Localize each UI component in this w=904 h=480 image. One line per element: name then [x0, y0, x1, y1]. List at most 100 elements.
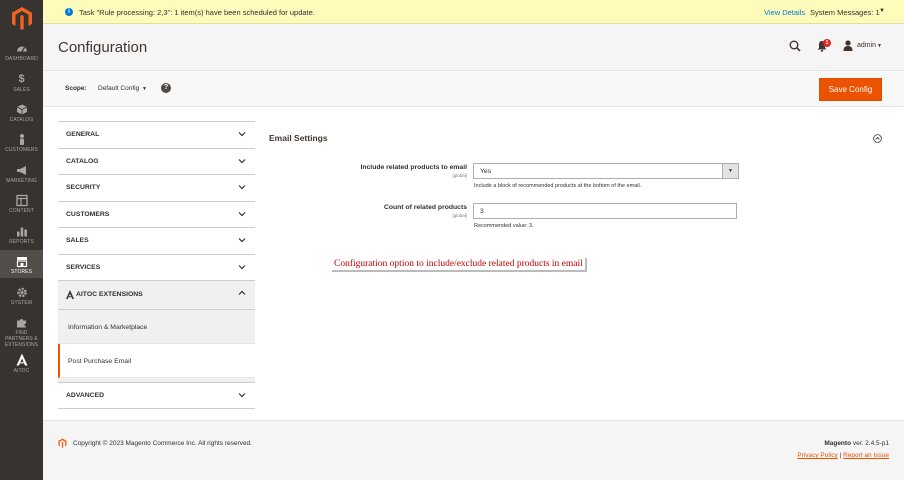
tab-catalog[interactable]: CATALOG	[58, 148, 255, 175]
subtab-information-marketplace[interactable]: Information & Marketplace	[58, 310, 255, 344]
select-value: Yes	[480, 168, 492, 175]
tab-services[interactable]: SERVICES	[58, 254, 255, 281]
view-details-link[interactable]: View Details	[764, 8, 805, 17]
chevron-down-icon[interactable]: ▼	[877, 43, 882, 49]
tab-aitoc-extensions[interactable]: AITOC EXTENSIONS	[58, 281, 255, 310]
include-related-select[interactable]: Yes ▼	[473, 163, 739, 179]
scope-label: Scope:	[65, 85, 87, 92]
dashboard-icon	[16, 46, 27, 52]
menu-label: SALES	[13, 87, 30, 93]
menu-label: DASHBOARD	[5, 56, 38, 62]
chevron-down-icon	[238, 185, 246, 190]
copyright-text: Copyright © 2023 Magento Commerce Inc. A…	[73, 440, 252, 447]
cube-icon	[16, 104, 27, 115]
menu-label: CUSTOMERS	[5, 147, 38, 153]
admin-menu: DASHBOARD $ SALES CATALOG CUSTOMERS MARK…	[0, 0, 43, 480]
aitoc-logo-icon	[66, 290, 74, 299]
info-icon: i	[65, 8, 73, 16]
tab-advanced[interactable]: ADVANCED	[58, 382, 255, 409]
search-icon[interactable]	[789, 40, 801, 52]
tab-label: SALES	[66, 237, 89, 244]
scope-switcher[interactable]: Default Config	[98, 85, 139, 92]
tab-customers[interactable]: CUSTOMERS	[58, 201, 255, 228]
field-scope-badge: [global]	[452, 173, 467, 178]
magento-logo-icon[interactable]	[11, 6, 33, 30]
magento-logo-icon	[58, 438, 67, 448]
tab-label: CATALOG	[66, 157, 99, 165]
notifications-count-badge: 1	[823, 39, 831, 47]
report-issue-link[interactable]: Report an Issue	[843, 452, 889, 459]
menu-marketing[interactable]: MARKETING	[0, 164, 43, 184]
menu-reports[interactable]: REPORTS	[0, 225, 43, 245]
subtab-label: Information & Marketplace	[68, 324, 148, 331]
layout-icon	[15, 194, 28, 207]
privacy-policy-link[interactable]: Privacy Policy	[797, 452, 837, 459]
brand-name: Magento	[824, 440, 852, 447]
aitoc-logo-icon	[16, 353, 27, 366]
config-content: GENERAL CATALOG SECURITY CUSTOMERS SALES…	[43, 107, 904, 420]
menu-find-partners[interactable]: FIND PARTNERS & EXTENSIONS	[0, 316, 43, 348]
annotation-callout: Configuration option to include/exclude …	[332, 258, 587, 272]
menu-catalog[interactable]: CATALOG	[0, 103, 43, 123]
menu-dashboard[interactable]: DASHBOARD	[0, 42, 43, 62]
chevron-down-icon	[238, 211, 246, 216]
tab-sales[interactable]: SALES	[58, 228, 255, 255]
tab-label: AITOC EXTENSIONS	[76, 291, 143, 298]
subtab-post-purchase-email[interactable]: Post Purchase Email	[58, 344, 255, 378]
field-note: Recommended value: 3.	[474, 223, 534, 229]
chevron-up-icon	[238, 290, 246, 295]
store-icon	[16, 257, 27, 268]
tab-label: SERVICES	[66, 263, 101, 271]
person-icon	[19, 134, 24, 145]
help-icon[interactable]: ?	[161, 83, 171, 93]
tab-security[interactable]: SECURITY	[58, 175, 255, 202]
menu-label: SYSTEM	[10, 300, 33, 306]
field-label-include-related: Include related products to email	[360, 164, 467, 171]
puzzle-icon	[16, 319, 26, 328]
tab-general[interactable]: GENERAL	[58, 122, 255, 149]
tab-label: SECURITY	[66, 184, 101, 191]
field-scope-badge: [global]	[452, 213, 467, 218]
chevron-down-icon[interactable]: ▼	[142, 86, 147, 92]
menu-label: CONTENT	[9, 208, 34, 214]
tab-label: CUSTOMERS	[66, 210, 110, 218]
chevron-down-icon[interactable]: ▼	[722, 164, 738, 178]
menu-label: CATALOG	[9, 117, 34, 123]
menu-system[interactable]: SYSTEM	[0, 286, 43, 306]
tab-label: ADVANCED	[66, 392, 105, 399]
menu-customers[interactable]: CUSTOMERS	[0, 133, 43, 153]
input-value: 3	[480, 208, 484, 215]
save-config-button[interactable]: Save Config	[819, 78, 882, 101]
config-tabs: GENERAL CATALOG SECURITY CUSTOMERS SALES…	[58, 122, 255, 409]
user-icon[interactable]	[843, 40, 853, 51]
chevron-down-icon	[238, 393, 246, 398]
chevron-down-icon[interactable]: ▼	[879, 8, 885, 14]
link-separator: |	[839, 452, 842, 459]
related-count-input[interactable]: 3	[473, 203, 737, 219]
field-note: Include a block of recommended products …	[474, 183, 642, 189]
menu-label: MARKETING	[6, 178, 37, 184]
gear-icon	[16, 287, 27, 298]
admin-user-name[interactable]: admin	[857, 42, 876, 49]
tab-label: GENERAL	[66, 131, 100, 138]
scope-bar: Scope: Default Config ▼ ? Save Config	[43, 70, 904, 107]
system-messages-toggle[interactable]: System Messages: 1	[810, 8, 880, 17]
chevron-down-icon	[238, 132, 246, 137]
menu-label: STORES	[10, 269, 33, 275]
menu-aitoc[interactable]: AITOC	[0, 352, 43, 380]
system-message-text: Task "Rule processing: 2,3": 1 item(s) h…	[79, 8, 315, 17]
menu-stores[interactable]: STORES	[0, 250, 43, 278]
footer-links: Privacy Policy | Report an Issue	[797, 452, 889, 459]
page-title: Configuration	[58, 39, 148, 56]
section-title[interactable]: Email Settings	[269, 133, 328, 143]
menu-sales[interactable]: $ SALES	[0, 73, 43, 93]
bar-chart-icon	[16, 227, 27, 237]
version-number: ver. 2.4.5-p1	[852, 440, 889, 447]
version-text: Magento ver. 2.4.5-p1	[824, 440, 889, 447]
menu-label: AITOC	[13, 368, 30, 374]
chevron-down-icon	[238, 238, 246, 243]
field-label-related-count: Count of related products	[383, 204, 467, 211]
menu-content[interactable]: CONTENT	[0, 194, 43, 214]
megaphone-icon	[16, 166, 26, 175]
collapse-icon[interactable]	[873, 134, 882, 143]
